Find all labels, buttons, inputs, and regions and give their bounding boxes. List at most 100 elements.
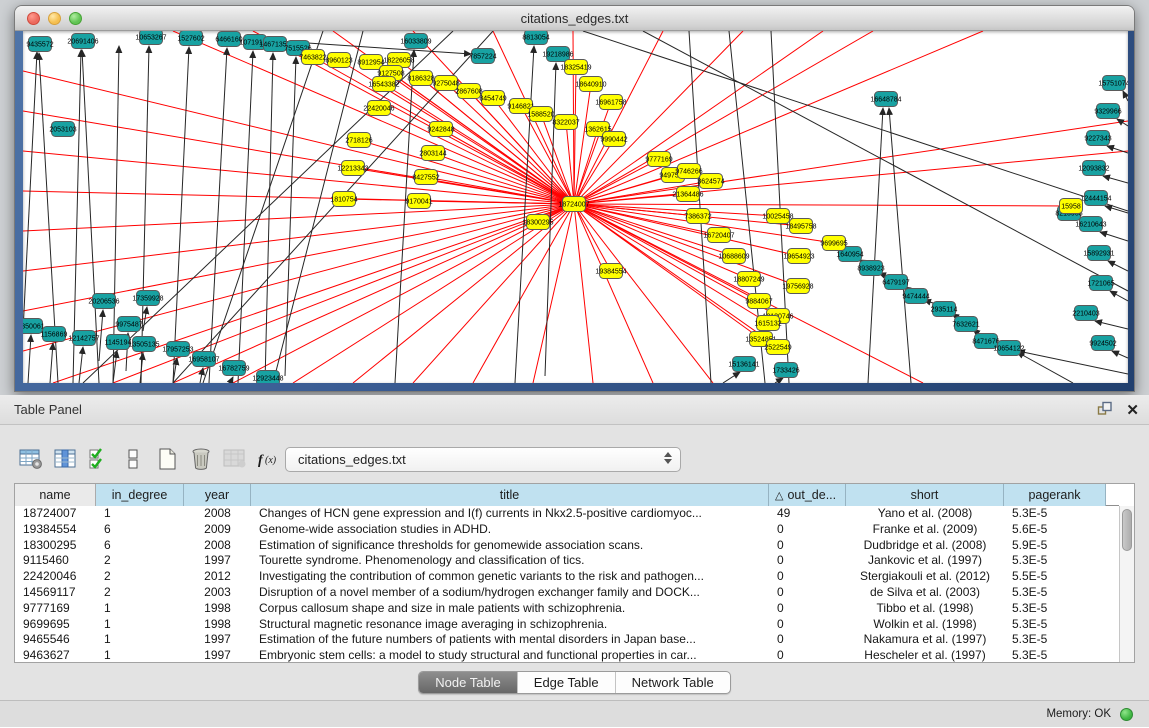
table-row[interactable]: 977716911998Corpus callosum shape and si… <box>15 601 1119 617</box>
graph-node[interactable]: 9924502 <box>1089 336 1116 351</box>
graph-node[interactable]: 9227343 <box>1084 131 1111 146</box>
memory-status-icon[interactable] <box>1120 708 1133 721</box>
table-row[interactable]: 1830029562008Estimation of significance … <box>15 538 1119 554</box>
graph-node[interactable]: 17957253 <box>162 342 193 357</box>
graph-node[interactable]: 16033809 <box>400 34 431 49</box>
graph-node[interactable]: 2718126 <box>345 133 372 148</box>
graph-node[interactable]: 10653267 <box>135 31 166 45</box>
close-panel-icon[interactable]: ✕ <box>1126 403 1139 418</box>
graph-node[interactable]: 9975487 <box>115 317 142 332</box>
graph-node[interactable]: 9474444 <box>902 289 929 304</box>
graph-node[interactable]: 19384554 <box>595 264 626 279</box>
graph-node[interactable]: 18325419 <box>560 60 591 75</box>
graph-node[interactable]: 1527602 <box>177 31 204 46</box>
graph-node[interactable]: 21364486 <box>672 187 703 202</box>
column-header-in-degree[interactable]: in_degree <box>96 484 184 506</box>
graph-node[interactable]: 15136141 <box>728 357 759 372</box>
table-row[interactable]: 1938455462009Genome-wide association stu… <box>15 522 1119 538</box>
graph-node[interactable]: 20691406 <box>67 34 98 49</box>
graph-node[interactable]: 2803144 <box>419 146 446 161</box>
graph-node[interactable]: 8960123 <box>325 53 352 68</box>
table-settings-button[interactable] <box>14 443 48 475</box>
tab-network-table[interactable]: Network Table <box>616 672 730 693</box>
scrollbar-thumb[interactable] <box>1122 509 1132 551</box>
graph-node[interactable]: 6479197 <box>882 275 909 290</box>
graph-node[interactable]: 17359928 <box>132 291 163 306</box>
graph-node[interactable]: 16961758 <box>595 95 626 110</box>
graph-node[interactable]: 18640910 <box>575 77 606 92</box>
show-columns-button[interactable] <box>48 443 82 475</box>
column-header-name[interactable]: name <box>15 484 96 506</box>
graph-node[interactable]: 8322037 <box>552 115 579 130</box>
graph-node[interactable]: 15958 <box>1060 199 1083 214</box>
network-canvas[interactable]: 9435572206914061065326715276026466160107… <box>23 31 1128 383</box>
graph-node[interactable]: 12213343 <box>337 161 368 176</box>
graph-node[interactable]: 12093832 <box>1078 161 1109 176</box>
graph-node[interactable]: 12142757 <box>68 331 99 346</box>
graph-node[interactable]: 1588520 <box>527 107 554 122</box>
table-selector-dropdown[interactable]: citations_edges.txt <box>285 447 681 472</box>
graph-node[interactable]: 19756928 <box>782 279 813 294</box>
graph-node[interactable]: 2210403 <box>1072 306 1099 321</box>
graph-node[interactable]: 13505135 <box>128 337 159 352</box>
graph-node[interactable]: 9777169 <box>645 152 672 167</box>
graph-node[interactable]: 7386372 <box>684 209 711 224</box>
graph-node[interactable]: 10654122 <box>993 341 1024 356</box>
graph-node[interactable]: 1615132 <box>754 316 781 331</box>
graph-node[interactable]: 16958107 <box>188 352 219 367</box>
graph-node[interactable]: 12923448 <box>252 371 283 384</box>
graph-node[interactable]: 8186328 <box>407 71 434 86</box>
graph-node[interactable]: 8427552 <box>412 170 439 185</box>
graph-node[interactable]: 18300295 <box>522 215 553 230</box>
select-rows-button[interactable] <box>82 443 116 475</box>
graph-node[interactable]: 10025458 <box>762 209 793 224</box>
graph-node[interactable]: 9699695 <box>820 236 847 251</box>
table-row[interactable]: 1456911722003Disruption of a novel membe… <box>15 585 1119 601</box>
column-header-year[interactable]: year <box>184 484 251 506</box>
graph-node[interactable]: 2053103 <box>49 122 76 137</box>
delete-table-button[interactable] <box>218 443 252 475</box>
graph-node[interactable]: 1721065 <box>1087 276 1114 291</box>
tab-edge-table[interactable]: Edge Table <box>518 672 616 693</box>
delete-column-button[interactable] <box>184 443 218 475</box>
table-row[interactable]: 946362711997Embryonic stem cells: a mode… <box>15 648 1119 662</box>
graph-node[interactable]: 8938923 <box>857 261 884 276</box>
graph-node[interactable]: 20206536 <box>88 294 119 309</box>
graph-node[interactable]: 9884067 <box>745 294 772 309</box>
column-header-title[interactable]: title <box>251 484 769 506</box>
graph-node[interactable]: 1156869 <box>41 327 68 342</box>
column-header-out-de-[interactable]: △out_de... <box>769 484 846 506</box>
table-row[interactable]: 2242004622012Investigating the contribut… <box>15 569 1119 585</box>
graph-node[interactable]: 7463822 <box>299 50 326 65</box>
graph-node[interactable]: 9329966 <box>1094 104 1121 119</box>
table-row[interactable]: 946554611997Estimation of the future num… <box>15 632 1119 648</box>
graph-node[interactable]: 15751074 <box>1098 76 1128 91</box>
table-row[interactable]: 969969511998Structural magnetic resonanc… <box>15 617 1119 633</box>
clear-selection-button[interactable] <box>116 443 150 475</box>
graph-node[interactable]: 10688609 <box>718 249 749 264</box>
column-header-pagerank[interactable]: pagerank <box>1004 484 1106 506</box>
graph-node[interactable]: 7632621 <box>952 317 979 332</box>
graph-node[interactable]: 9170041 <box>405 194 432 209</box>
float-window-icon[interactable] <box>1097 401 1112 419</box>
graph-node[interactable]: 16648784 <box>870 92 901 107</box>
graph-node[interactable]: 19654923 <box>783 249 814 264</box>
graph-node[interactable]: 18724007 <box>558 197 589 212</box>
graph-node[interactable]: 9242848 <box>427 122 454 137</box>
graph-node[interactable]: 8813054 <box>522 31 549 45</box>
graph-node[interactable]: 18495758 <box>785 219 816 234</box>
graph-node[interactable]: 12444154 <box>1080 191 1111 206</box>
function-builder-button[interactable]: f(x) <box>252 443 286 475</box>
graph-node[interactable]: 22420046 <box>363 101 394 116</box>
graph-node[interactable]: 16720407 <box>703 228 734 243</box>
graph-node[interactable]: 7857224 <box>469 49 496 64</box>
new-column-button[interactable] <box>150 443 184 475</box>
graph-node[interactable]: 8454749 <box>479 91 506 106</box>
graph-node[interactable]: 2935114 <box>931 302 958 317</box>
graph-node[interactable]: 9746266 <box>675 164 702 179</box>
graph-node[interactable]: 18807249 <box>733 272 764 287</box>
citation-network-graph[interactable]: 9435572206914061065326715276026466160107… <box>23 31 1128 383</box>
table-row[interactable]: 1872400712008Changes of HCN gene express… <box>15 506 1119 522</box>
graph-node[interactable]: 3624574 <box>697 174 724 189</box>
graph-node[interactable]: 1810754 <box>330 192 357 207</box>
